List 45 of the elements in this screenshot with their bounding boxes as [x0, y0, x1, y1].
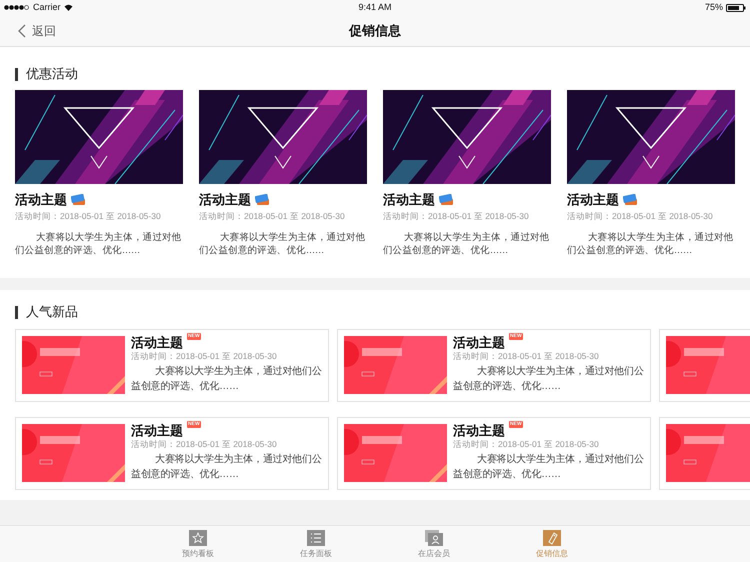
ticket-icon	[623, 194, 638, 206]
card-date: 活动时间：2018-05-01 至 2018-05-30	[131, 350, 278, 363]
section-title: 人气新品	[26, 303, 78, 322]
card-description: 大赛将以大学生为主体，通过对他们公益创意的评选、优化……	[131, 364, 323, 394]
section-marker	[15, 306, 18, 318]
card-description: 大赛将以大学生为主体，通过对他们公益创意的评选、优化……	[131, 452, 323, 482]
member-card-icon	[425, 530, 443, 546]
battery-icon	[726, 4, 746, 12]
card-date: 活动时间：2018-05-01 至 2018-05-30	[131, 438, 278, 451]
page-title: 促销信息	[349, 22, 401, 40]
card-title: 活动主题	[383, 191, 435, 210]
card-description: 大赛将以大学生为主体，通过对他们公益创意的评选、优化……	[15, 230, 182, 257]
wifi-icon	[64, 4, 73, 11]
card-description: 大赛将以大学生为主体，通过对他们公益创意的评选、优化……	[453, 452, 645, 482]
ticket-icon	[255, 194, 270, 206]
card-title: 活动主题	[15, 191, 67, 210]
card-title: 活动主题	[131, 334, 183, 352]
card-title: 活动主题	[567, 191, 619, 210]
section-title: 优惠活动	[26, 65, 78, 84]
card-date: 活动时间：2018-05-01 至 2018-05-30	[199, 210, 346, 223]
card-title: 活动主题	[199, 191, 251, 210]
card-description: 大赛将以大学生为主体，通过对他们公益创意的评选、优化……	[199, 230, 366, 257]
card-date: 活动时间：2018-05-01 至 2018-05-30	[453, 438, 600, 451]
card-description: 大赛将以大学生为主体，通过对他们公益创意的评选、优化……	[383, 230, 550, 257]
card-title: 活动主题	[453, 334, 505, 352]
carrier-name: Carrier	[33, 0, 61, 14]
card-date: 活动时间：2018-05-01 至 2018-05-30	[567, 210, 714, 223]
clock-time: 9:41 AM	[357, 0, 393, 14]
signal-icon	[4, 5, 30, 10]
star-icon	[189, 530, 207, 546]
list-icon	[307, 530, 325, 546]
ticket-icon	[71, 194, 86, 206]
battery-percent: 75%	[704, 0, 723, 14]
tag-icon	[543, 530, 561, 546]
ticket-icon	[439, 194, 454, 206]
card-description: 大赛将以大学生为主体，通过对他们公益创意的评选、优化……	[453, 364, 645, 394]
card-date: 活动时间：2018-05-01 至 2018-05-30	[15, 210, 162, 223]
card-title: 活动主题	[131, 422, 183, 440]
chevron-left-icon	[18, 24, 26, 38]
card-description: 大赛将以大学生为主体，通过对他们公益创意的评选、优化……	[567, 230, 734, 257]
card-date: 活动时间：2018-05-01 至 2018-05-30	[453, 350, 600, 363]
card-title: 活动主题	[453, 422, 505, 440]
back-button[interactable]: 返回	[18, 22, 56, 40]
section-marker	[15, 68, 18, 80]
card-date: 活动时间：2018-05-01 至 2018-05-30	[383, 210, 530, 223]
